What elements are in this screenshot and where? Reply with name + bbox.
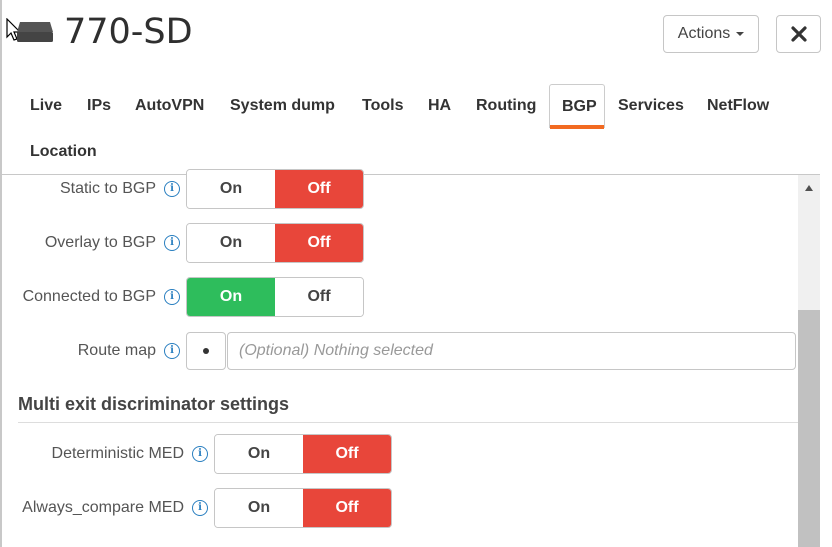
bullet-icon <box>203 348 209 354</box>
tab-netflow[interactable]: NetFlow <box>695 84 781 128</box>
route-map-label: Route map <box>77 342 156 359</box>
connected-to-bgp-row: Connected to BGP i <box>18 286 180 308</box>
scrollbar-thumb[interactable] <box>798 310 820 547</box>
info-icon[interactable]: i <box>192 500 208 516</box>
tab-services[interactable]: Services <box>606 84 696 128</box>
overlay-to-bgp-label: Overlay to BGP <box>44 234 156 251</box>
appliance-icon <box>17 22 53 42</box>
tab-routing[interactable]: Routing <box>464 84 548 128</box>
always-compare-med-off-option[interactable]: Off <box>303 489 391 527</box>
info-icon[interactable]: i <box>164 235 180 251</box>
always-compare-med-on-option[interactable]: On <box>215 489 303 527</box>
close-icon <box>790 26 807 42</box>
connected-to-bgp-off-option[interactable]: Off <box>275 278 363 316</box>
always-compare-med-label: Always_compare MED <box>22 499 184 516</box>
tab-ha[interactable]: HA <box>416 84 463 128</box>
overlay-to-bgp-off-option[interactable]: Off <box>275 224 363 262</box>
info-icon[interactable]: i <box>164 343 180 359</box>
connected-to-bgp-label: Connected to BGP <box>22 288 156 305</box>
always-compare-med-row: Always_compare MED i <box>18 497 208 519</box>
always-compare-med-toggle: On Off <box>214 488 392 528</box>
section-divider <box>18 422 798 423</box>
tab-tools[interactable]: Tools <box>350 84 415 128</box>
tab-autovpn[interactable]: AutoVPN <box>123 84 216 128</box>
info-icon[interactable]: i <box>164 181 180 197</box>
deterministic-med-off-option[interactable]: Off <box>303 435 391 473</box>
deterministic-med-row: Deterministic MED i <box>20 443 208 465</box>
tab-location[interactable]: Location <box>18 130 109 174</box>
scroll-up-arrow-icon[interactable] <box>805 185 813 191</box>
static-to-bgp-off-option[interactable]: Off <box>275 170 363 208</box>
actions-dropdown-button[interactable]: Actions <box>663 15 759 53</box>
actions-label: Actions <box>677 25 731 42</box>
info-icon[interactable]: i <box>164 289 180 305</box>
tab-bgp[interactable]: BGP <box>549 84 605 129</box>
overlay-to-bgp-toggle: On Off <box>186 223 364 263</box>
tab-live[interactable]: Live <box>18 84 74 128</box>
route-map-bullet-button[interactable] <box>186 332 226 370</box>
connected-to-bgp-on-option[interactable]: On <box>187 278 275 316</box>
section-title-med: Multi exit discriminator settings <box>18 394 290 414</box>
deterministic-med-toggle: On Off <box>214 434 392 474</box>
page-title: 770-SD <box>64 12 193 52</box>
info-icon[interactable]: i <box>192 446 208 462</box>
static-to-bgp-row: Static to BGP i <box>20 178 180 200</box>
route-map-select[interactable]: (Optional) Nothing selected <box>227 332 796 370</box>
deterministic-med-on-option[interactable]: On <box>215 435 303 473</box>
tab-system-dump[interactable]: System dump <box>218 84 347 128</box>
overlay-to-bgp-on-option[interactable]: On <box>187 224 275 262</box>
tab-divider <box>0 174 820 175</box>
window-edge <box>0 0 2 547</box>
tab-ips[interactable]: IPs <box>75 84 123 128</box>
static-to-bgp-label: Static to BGP <box>59 180 156 197</box>
close-button[interactable] <box>776 15 821 53</box>
deterministic-med-label: Deterministic MED <box>51 445 184 462</box>
static-to-bgp-toggle: On Off <box>186 169 364 209</box>
connected-to-bgp-toggle: On Off <box>186 277 364 317</box>
route-map-row: Route map i <box>20 340 180 362</box>
overlay-to-bgp-row: Overlay to BGP i <box>20 232 180 254</box>
static-to-bgp-on-option[interactable]: On <box>187 170 275 208</box>
caret-down-icon <box>736 32 745 36</box>
